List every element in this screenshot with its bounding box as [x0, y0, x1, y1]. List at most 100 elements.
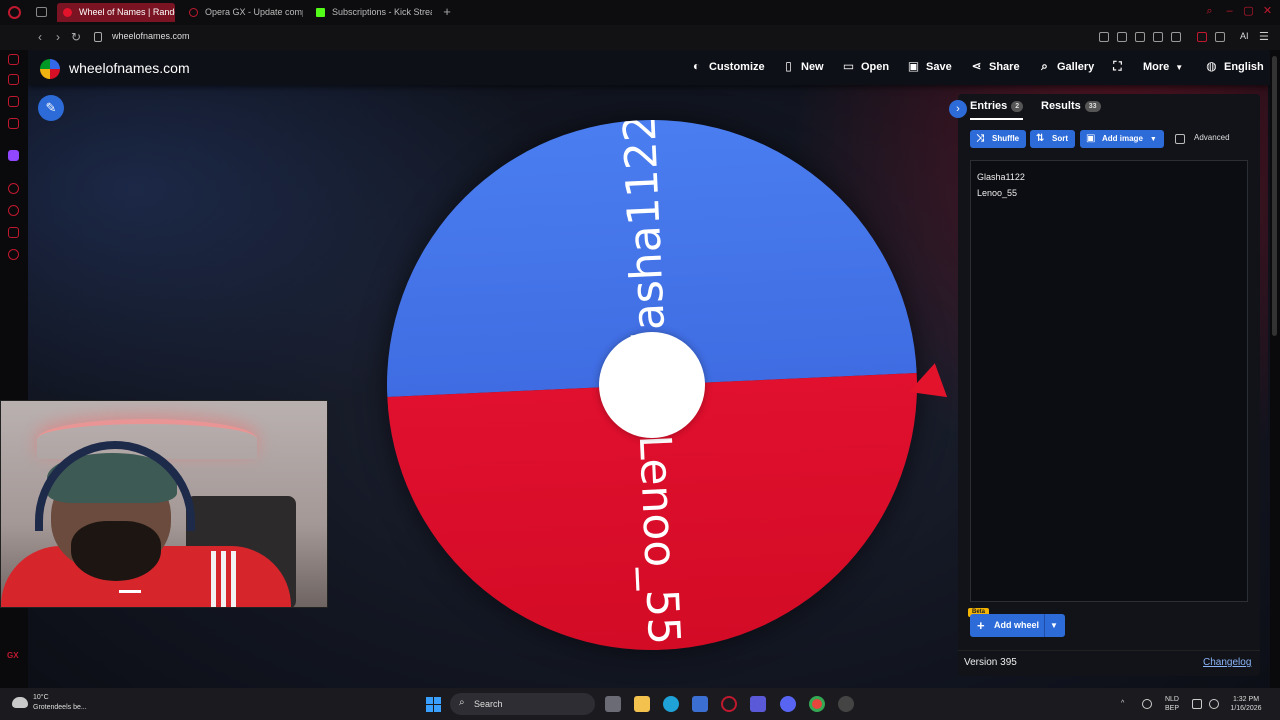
gx-control-icon[interactable] — [1197, 32, 1207, 42]
palette-icon: ◐ — [692, 59, 701, 73]
new-tab-plus-icon[interactable]: + — [440, 3, 454, 21]
version-text: Version 395 — [964, 657, 1017, 668]
shuffle-label: Shuffle — [992, 134, 1020, 143]
microphone-icon[interactable] — [1142, 699, 1152, 709]
gallery-button[interactable]: ⌕ Gallery — [1038, 60, 1094, 76]
maximize-icon[interactable]: ▢ — [1243, 6, 1254, 17]
address-bar: ‹ › ↻ wheelofnames.com AI ☰ — [0, 25, 1280, 50]
back-icon[interactable]: ‹ — [33, 30, 47, 44]
page-scrollbar[interactable] — [1270, 50, 1280, 688]
file-icon: ▯ — [785, 59, 792, 73]
task-view-icon[interactable] — [605, 696, 621, 712]
messenger-icon[interactable] — [8, 96, 19, 107]
kick-favicon-icon — [316, 8, 325, 17]
obs-icon[interactable] — [838, 696, 854, 712]
add-wheel-label: Add wheel — [994, 620, 1040, 630]
download-icon[interactable] — [1215, 32, 1225, 42]
clock-icon[interactable] — [8, 205, 19, 216]
player-icon[interactable] — [1153, 32, 1163, 42]
advanced-label[interactable]: Advanced — [1194, 133, 1230, 142]
cloud-weather-icon[interactable] — [12, 697, 28, 708]
wheelofnames-favicon-icon — [63, 8, 72, 17]
edge-icon[interactable] — [663, 696, 679, 712]
entries-textarea[interactable]: Glasha1122 Lenoo_55 — [970, 160, 1248, 602]
advanced-checkbox[interactable] — [1175, 134, 1185, 144]
tab-wheel-of-names[interactable]: Wheel of Names | Random — [57, 3, 175, 22]
bookmark-icon[interactable] — [1099, 32, 1109, 42]
folder-icon: ▭ — [842, 59, 855, 73]
customize-button[interactable]: ◐ Customize — [690, 60, 765, 76]
edit-pencil-button[interactable]: ✎ — [38, 95, 64, 121]
file-explorer-icon[interactable] — [634, 696, 650, 712]
discord-icon[interactable] — [780, 696, 796, 712]
shirt-stripe — [231, 551, 236, 607]
site-top-nav: wheelofnames.com ◐ Customize ▯ New ▭ Ope… — [28, 50, 1270, 85]
vpn-icon[interactable] — [1135, 32, 1145, 42]
wheel-center-hub[interactable] — [599, 332, 705, 438]
language-label: English — [1224, 61, 1264, 73]
tab-opera-gx-update[interactable]: Opera GX - Update comp — [183, 3, 303, 22]
close-icon[interactable]: ✕ — [1262, 6, 1273, 17]
gallery-label: Gallery — [1057, 61, 1095, 73]
snapshot-icon[interactable] — [1117, 32, 1127, 42]
entries-count-badge: 2 — [1011, 101, 1024, 112]
extensions-icon[interactable] — [8, 227, 19, 238]
minimize-icon[interactable]: – — [1224, 6, 1235, 17]
shuffle-icon: ⤨ — [976, 133, 984, 144]
reload-icon[interactable]: ↻ — [69, 30, 83, 44]
network-icon[interactable] — [1192, 699, 1202, 709]
chrome-icon[interactable] — [809, 696, 825, 712]
taskbar-search-box[interactable]: ⌕ Search — [450, 693, 595, 715]
forward-icon[interactable]: › — [51, 30, 65, 44]
visual-studio-icon[interactable] — [750, 696, 766, 712]
customize-label: Customize — [709, 61, 765, 73]
sort-button[interactable]: ⇅ Sort — [1030, 130, 1075, 148]
input-language[interactable]: NLD BEP — [1160, 695, 1184, 713]
entry-line: Lenoo_55 — [977, 188, 1018, 198]
chevron-down-icon[interactable]: ▼ — [1050, 614, 1058, 637]
tab-kick-subscriptions[interactable]: Subscriptions - Kick Strea — [310, 3, 432, 22]
store-icon[interactable] — [692, 696, 708, 712]
clock[interactable]: 1:32 PM 1/16/2026 — [1226, 695, 1266, 713]
fullscreen-icon: ⛶ — [1113, 59, 1122, 73]
share-button[interactable]: ⋖ Share — [970, 60, 1019, 76]
keyboard-layout: BEP — [1164, 705, 1179, 712]
add-image-button[interactable]: ▣ Add image ▼ — [1080, 130, 1164, 148]
wheelofnames-logo-icon[interactable] — [40, 59, 60, 79]
open-button[interactable]: ▭ Open — [842, 60, 889, 76]
aria-ai-button[interactable]: AI — [1240, 31, 1249, 41]
shuffle-button[interactable]: ⤨ Shuffle — [970, 130, 1027, 148]
wheel-container[interactable]: Glasha1122 Lenoo_55 — [375, 108, 929, 662]
heart-icon[interactable] — [1171, 32, 1181, 42]
opera-gx-logo-icon[interactable] — [8, 6, 21, 19]
show-hidden-icons-icon[interactable]: ^ — [1121, 699, 1124, 708]
easy-setup-menu-icon[interactable]: ☰ — [1259, 30, 1269, 43]
gx-logo-icon[interactable]: GX — [7, 651, 19, 660]
gx-store-icon[interactable] — [8, 74, 19, 85]
twitch-icon[interactable] — [8, 150, 19, 161]
add-wheel-button[interactable]: + Add wheel ▼ — [970, 614, 1065, 637]
wheel-segment-label: Lenoo_55 — [628, 433, 690, 647]
changelog-link[interactable]: Changelog — [1203, 657, 1251, 668]
scrollbar-thumb[interactable] — [1272, 56, 1277, 336]
tab-entries[interactable]: Entries 2 — [970, 100, 1024, 120]
gx-corner-icon[interactable] — [8, 54, 19, 65]
url-field[interactable]: wheelofnames.com — [112, 31, 190, 41]
windows-start-icon[interactable] — [426, 697, 441, 712]
settings-icon[interactable] — [8, 249, 19, 260]
opera-gx-taskbar-icon[interactable] — [721, 696, 737, 712]
player-sidebar-icon[interactable] — [8, 118, 19, 129]
tab-islands-icon[interactable] — [36, 7, 47, 17]
lock-icon[interactable] — [94, 32, 102, 42]
language-button[interactable]: ◍ English — [1205, 60, 1264, 76]
new-button[interactable]: ▯ New — [782, 59, 823, 76]
search-tabs-icon[interactable]: ⌕ — [1204, 6, 1215, 17]
volume-icon[interactable] — [1209, 699, 1219, 709]
save-button[interactable]: ▣ Save — [907, 60, 952, 76]
weather-widget[interactable]: 10°C Grotendeels be... — [33, 693, 87, 713]
tab-results[interactable]: Results 33 — [1041, 100, 1101, 120]
site-logo-text[interactable]: wheelofnames.com — [69, 60, 190, 76]
more-menu-button[interactable]: More ▼ — [1143, 60, 1183, 76]
history-icon[interactable] — [8, 183, 19, 194]
collapse-panel-chevron-icon[interactable]: › — [949, 100, 967, 118]
